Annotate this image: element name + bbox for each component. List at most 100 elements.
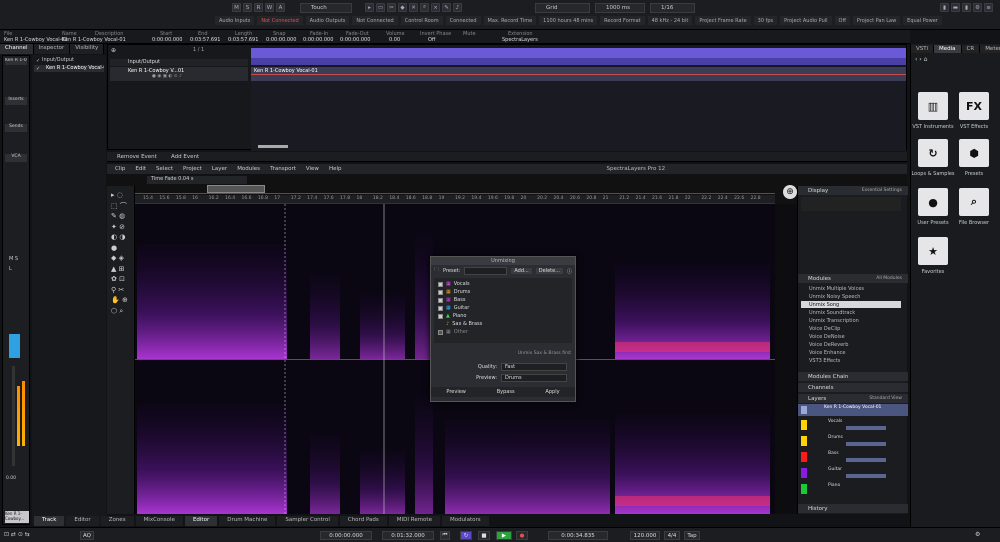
info-value[interactable]: SpectraLayers — [502, 37, 538, 43]
file-browser-icon[interactable]: ⌕ — [959, 188, 989, 216]
record-icon[interactable]: ● — [516, 531, 528, 540]
volume-fader[interactable] — [12, 366, 15, 466]
draw-tool-icon[interactable]: ✎ — [442, 3, 451, 12]
preview-select[interactable]: Drums — [501, 374, 567, 382]
layer-volume-slider[interactable] — [846, 474, 886, 478]
info-value[interactable]: 0:00:00.000 — [266, 37, 296, 43]
stem-row[interactable]: ▦ Bass — [434, 296, 572, 304]
tool-icons[interactable]: ▸ ◌ ⬚ ⌒ ✎ ◍ ✦ ⊘ ◐ ◑ ● ◆ ◈ ▲ ⊞ ✿ ⊡ ⚲ ✂ ✋ ⊕ ⬡ ⌕ — [111, 190, 133, 316]
stem-checkbox[interactable] — [438, 313, 443, 319]
layer-name[interactable]: Guitar — [828, 467, 842, 472]
audio-track-header[interactable]: Ken R 1-Cowboy V...01 ● ◉ ▣ ◐ ⊙ ♪ — [110, 67, 248, 81]
layer-name[interactable]: Drums — [828, 435, 843, 440]
layer-name[interactable]: Ken R 1-Cowboy Vocal-01 — [824, 405, 881, 410]
tab-inspector[interactable]: Inspector — [33, 44, 71, 54]
help-icon[interactable]: ⓘ — [567, 268, 572, 275]
range-tool-icon[interactable]: ▭ — [376, 3, 385, 12]
right-locator[interactable]: 0:01:32.000 — [382, 531, 434, 540]
add-track-icon[interactable]: ⊕ — [111, 47, 116, 54]
tab-chord-pads[interactable]: Chord Pads — [339, 516, 387, 526]
channel-slot[interactable]: Ken R 1-0... — [5, 58, 27, 65]
play-tool-icon[interactable]: ♪ — [453, 3, 462, 12]
apply-button[interactable]: Apply — [545, 389, 559, 395]
module-item[interactable]: Unmix Noisy Speech — [801, 293, 901, 300]
menu-clip[interactable]: Clip — [115, 166, 125, 172]
position-display[interactable]: 0:00:34.835 — [548, 531, 608, 540]
info-value[interactable]: Ken R 1-Cowboy Vocal-01 — [4, 37, 68, 43]
layer-volume-slider[interactable] — [846, 442, 886, 446]
tab-visibility[interactable]: Visibility — [70, 44, 105, 54]
layout-bottom-icon[interactable]: ▬ — [951, 3, 960, 12]
menu-edit[interactable]: Edit — [135, 166, 146, 172]
layer-row[interactable]: Vocals — [798, 418, 908, 432]
crosshair-icon[interactable]: ⊕ — [783, 185, 797, 199]
module-item[interactable]: VST3 Effects — [801, 357, 901, 364]
tab-media[interactable]: Media — [933, 45, 962, 53]
menu-select[interactable]: Select — [156, 166, 173, 172]
tile-label[interactable]: VST Instruments — [911, 124, 955, 130]
folder-icon[interactable]: 🗀 — [434, 267, 439, 275]
modules-panel-header[interactable]: Modules All Modules — [798, 274, 908, 283]
read-button[interactable]: R — [254, 3, 263, 12]
track-lane[interactable]: Ken R 1-Cowboy Vocal-01 — [251, 67, 906, 151]
mute-all-button[interactable]: M — [232, 3, 241, 12]
tab-vsti[interactable]: VSTi — [911, 45, 934, 53]
display-preset[interactable]: Essential Settings — [862, 188, 908, 193]
module-item[interactable]: Voice DeClip — [801, 325, 901, 332]
marker-ruler[interactable] — [251, 58, 906, 65]
time-ruler[interactable]: 15.4 15.6 15.8 16 16.2 16.4 16.6 16.8 17 17.2 17.4… — [135, 195, 775, 204]
listen-label[interactable]: L — [9, 266, 12, 272]
split-tool-icon[interactable]: ✂ — [387, 3, 396, 12]
layer-row[interactable]: Guitar — [798, 466, 908, 480]
stem-row[interactable]: ▦ Other — [434, 328, 572, 336]
add-preset-button[interactable]: Add... — [511, 268, 532, 274]
grid-select[interactable]: Grid — [535, 3, 590, 13]
dialog-title[interactable]: Unmixing — [431, 257, 575, 265]
quality-select[interactable]: Fast — [501, 363, 567, 371]
left-locator[interactable]: 0:00:00.000 — [320, 531, 372, 540]
tab-track[interactable]: Track — [34, 516, 65, 526]
mute-tool-icon[interactable]: × — [431, 3, 440, 12]
vca-button[interactable]: VCA — [5, 154, 27, 162]
piano-icon[interactable]: ▥ — [918, 92, 948, 120]
module-item[interactable]: Voice DeReverb — [801, 341, 901, 348]
automation-mode-select[interactable]: Touch — [300, 3, 352, 13]
inspector-item[interactable]: Ken R 1-Cowboy Vocal-01 — [34, 65, 104, 72]
module-item[interactable]: Unmix Soundtrack — [801, 309, 901, 316]
layer-name[interactable]: Vocals — [828, 419, 842, 424]
tile-label[interactable]: VST Effects — [952, 124, 996, 130]
transport-menu-icons[interactable]: ⊡ ⇄ ⊙ ⇆ — [4, 531, 30, 538]
presets-icon[interactable]: ⬢ — [959, 139, 989, 167]
star-icon[interactable]: ★ — [918, 237, 948, 265]
layout-right-icon[interactable]: ▮ — [962, 3, 971, 12]
layer-name[interactable]: Piano — [828, 483, 840, 488]
cycle-icon[interactable]: ↻ — [460, 531, 472, 540]
horizontal-scrollbar[interactable] — [258, 145, 288, 148]
module-item-selected[interactable]: Unmix Song — [801, 301, 901, 308]
module-item[interactable]: Unmix Multiple Voices — [801, 285, 901, 292]
transport-settings-icon[interactable]: ⚙ — [975, 531, 980, 538]
settings-icon[interactable]: ⚙ — [973, 3, 982, 12]
stem-row[interactable]: ▦ Drums — [434, 288, 572, 296]
tile-label[interactable]: Loops & Samples — [911, 171, 955, 177]
stem-checkbox[interactable] — [438, 305, 443, 311]
remove-event-button[interactable]: Remove Event — [117, 154, 157, 160]
user-presets-icon[interactable]: ● — [918, 188, 948, 216]
tile-label[interactable]: File Browser — [952, 220, 996, 226]
tap-button[interactable]: Tap — [684, 531, 700, 540]
stem-row[interactable]: ▦ Vocals — [434, 280, 572, 288]
menu-view[interactable]: View — [306, 166, 319, 172]
display-panel-header[interactable]: Display Essential Settings — [798, 186, 908, 195]
preview-button[interactable]: Preview — [446, 389, 465, 395]
fx-icon[interactable]: FX — [959, 92, 989, 120]
info-value[interactable]: 0:00:00.000 — [303, 37, 333, 43]
menu-layer[interactable]: Layer — [212, 166, 227, 172]
history-header[interactable]: History — [798, 504, 908, 513]
info-value[interactable]: 0:00:00.000 — [152, 37, 182, 43]
tempo-display[interactable]: 120.000 — [630, 531, 660, 540]
layer-row[interactable]: Piano — [798, 482, 908, 496]
stem-checkbox[interactable] — [438, 297, 443, 303]
stem-checkbox[interactable] — [438, 281, 443, 287]
module-item[interactable]: Voice DeNoise — [801, 333, 901, 340]
inspector-item[interactable]: Input/Output — [34, 57, 104, 64]
